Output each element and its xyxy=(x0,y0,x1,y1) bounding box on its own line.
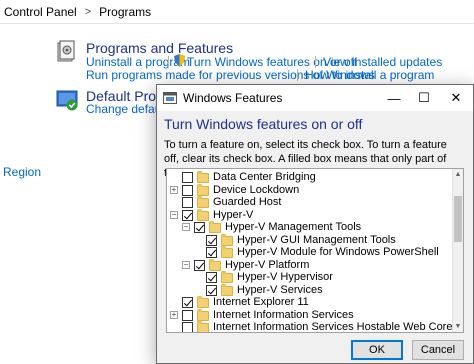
dialog-titlebar[interactable]: Windows Features — ☐ ✕ xyxy=(157,85,473,111)
collapse-icon[interactable]: − xyxy=(182,260,190,269)
feature-checkbox[interactable] xyxy=(182,309,193,321)
region-link[interactable]: Region xyxy=(3,165,41,179)
feature-row[interactable]: Hyper-V GUI Management Tools xyxy=(167,233,453,247)
feature-row[interactable]: + Device Lockdown xyxy=(167,183,453,197)
feature-checkbox[interactable] xyxy=(206,247,217,258)
ok-button[interactable]: OK xyxy=(351,340,403,360)
feature-checkbox[interactable] xyxy=(194,259,205,271)
collapse-icon[interactable]: − xyxy=(170,210,178,219)
tree-scrollbar[interactable]: ▲ ▼ xyxy=(452,169,463,332)
feature-label: Hyper-V Hypervisor xyxy=(237,271,333,283)
header-divider xyxy=(0,23,474,24)
feature-row[interactable]: Hyper-V Services xyxy=(167,283,453,297)
how-to-install-link[interactable]: How to install a program xyxy=(305,68,434,82)
feature-row[interactable]: Hyper-V Module for Windows PowerShell xyxy=(167,246,453,259)
feature-checkbox[interactable] xyxy=(206,234,217,246)
folder-icon xyxy=(221,283,233,296)
breadcrumb-separator: > xyxy=(84,6,92,18)
minimize-button[interactable]: — xyxy=(379,85,409,111)
breadcrumb: Control Panel > Programs xyxy=(0,0,474,24)
scroll-thumb[interactable] xyxy=(454,196,462,242)
scroll-down-arrow-icon[interactable]: ▼ xyxy=(453,321,463,332)
feature-checkbox[interactable] xyxy=(206,284,217,296)
programs-features-icon xyxy=(57,40,75,62)
feature-row[interactable]: + Internet Information Services xyxy=(167,308,453,322)
folder-icon xyxy=(197,171,209,183)
folder-icon xyxy=(197,308,209,321)
feature-label: Guarded Host xyxy=(213,196,282,208)
folder-icon xyxy=(221,233,233,246)
feature-row[interactable]: Guarded Host xyxy=(167,196,453,209)
dialog-heading: Turn Windows features on or off xyxy=(164,116,363,132)
close-icon: ✕ xyxy=(450,90,462,105)
feature-tree[interactable]: ▲ ▼ Data Center Bridging + Device Lockdown… xyxy=(166,168,464,333)
feature-checkbox[interactable] xyxy=(182,209,193,221)
feature-row[interactable]: − Hyper-V Platform xyxy=(167,258,453,272)
link-separator xyxy=(168,56,169,68)
programs-features-title[interactable]: Programs and Features xyxy=(86,40,233,56)
feature-checkbox[interactable] xyxy=(182,197,193,208)
feature-checkbox[interactable] xyxy=(194,222,205,233)
folder-icon xyxy=(221,271,233,283)
feature-label: Hyper-V GUI Management Tools xyxy=(237,233,396,246)
feature-label: Internet Explorer 11 xyxy=(213,296,309,308)
folder-icon xyxy=(197,296,209,308)
dialog-title: Windows Features xyxy=(183,91,283,105)
windows-features-dialog: Windows Features — ☐ ✕ Turn Windows feat… xyxy=(156,84,474,364)
link-separator xyxy=(315,56,316,68)
view-updates-link[interactable]: View installed updates xyxy=(323,55,442,69)
feature-checkbox[interactable] xyxy=(182,172,193,183)
feature-label: Hyper-V Module for Windows PowerShell xyxy=(237,246,439,258)
maximize-button[interactable]: ☐ xyxy=(409,85,439,111)
windows-features-icon xyxy=(163,92,177,104)
shield-icon xyxy=(174,54,185,67)
scroll-up-arrow-icon[interactable]: ▲ xyxy=(453,169,463,180)
feature-label: Hyper-V xyxy=(213,208,254,221)
folder-icon xyxy=(209,221,221,233)
feature-row[interactable]: Internet Information Services Hostable W… xyxy=(167,321,453,333)
feature-checkbox[interactable] xyxy=(182,297,193,308)
breadcrumb-control-panel[interactable]: Control Panel xyxy=(4,5,77,19)
folder-icon xyxy=(197,208,209,221)
feature-row[interactable]: Data Center Bridging xyxy=(167,171,453,184)
feature-row[interactable]: Hyper-V Hypervisor xyxy=(167,271,453,284)
folder-icon xyxy=(221,246,233,258)
cancel-button[interactable]: Cancel xyxy=(412,340,464,360)
link-separator xyxy=(297,69,298,81)
collapse-icon[interactable]: − xyxy=(182,223,190,231)
maximize-icon: ☐ xyxy=(418,90,430,105)
folder-icon xyxy=(197,321,209,332)
feature-row[interactable]: − Hyper-V xyxy=(167,208,453,222)
default-programs-icon xyxy=(56,90,78,111)
breadcrumb-programs[interactable]: Programs xyxy=(99,5,151,19)
feature-checkbox[interactable] xyxy=(182,184,193,196)
feature-label: Hyper-V Services xyxy=(237,283,323,296)
feature-row[interactable]: Internet Explorer 11 xyxy=(167,296,453,309)
expand-icon[interactable]: + xyxy=(170,310,178,319)
feature-label: Hyper-V Management Tools xyxy=(225,221,362,233)
feature-label: Hyper-V Platform xyxy=(225,258,310,271)
feature-row[interactable]: − Hyper-V Management Tools xyxy=(167,221,453,234)
feature-label: Device Lockdown xyxy=(213,183,300,196)
feature-label: Data Center Bridging xyxy=(213,171,316,183)
folder-icon xyxy=(197,183,209,196)
feature-label: Internet Information Services Hostable W… xyxy=(213,321,453,333)
minimize-icon: — xyxy=(387,90,401,106)
folder-icon xyxy=(197,196,209,208)
expand-icon[interactable]: + xyxy=(170,185,178,194)
folder-icon xyxy=(209,258,221,271)
feature-label: Internet Information Services xyxy=(213,308,354,321)
feature-checkbox[interactable] xyxy=(206,272,217,283)
feature-checkbox[interactable] xyxy=(182,322,193,332)
close-button[interactable]: ✕ xyxy=(441,85,471,111)
